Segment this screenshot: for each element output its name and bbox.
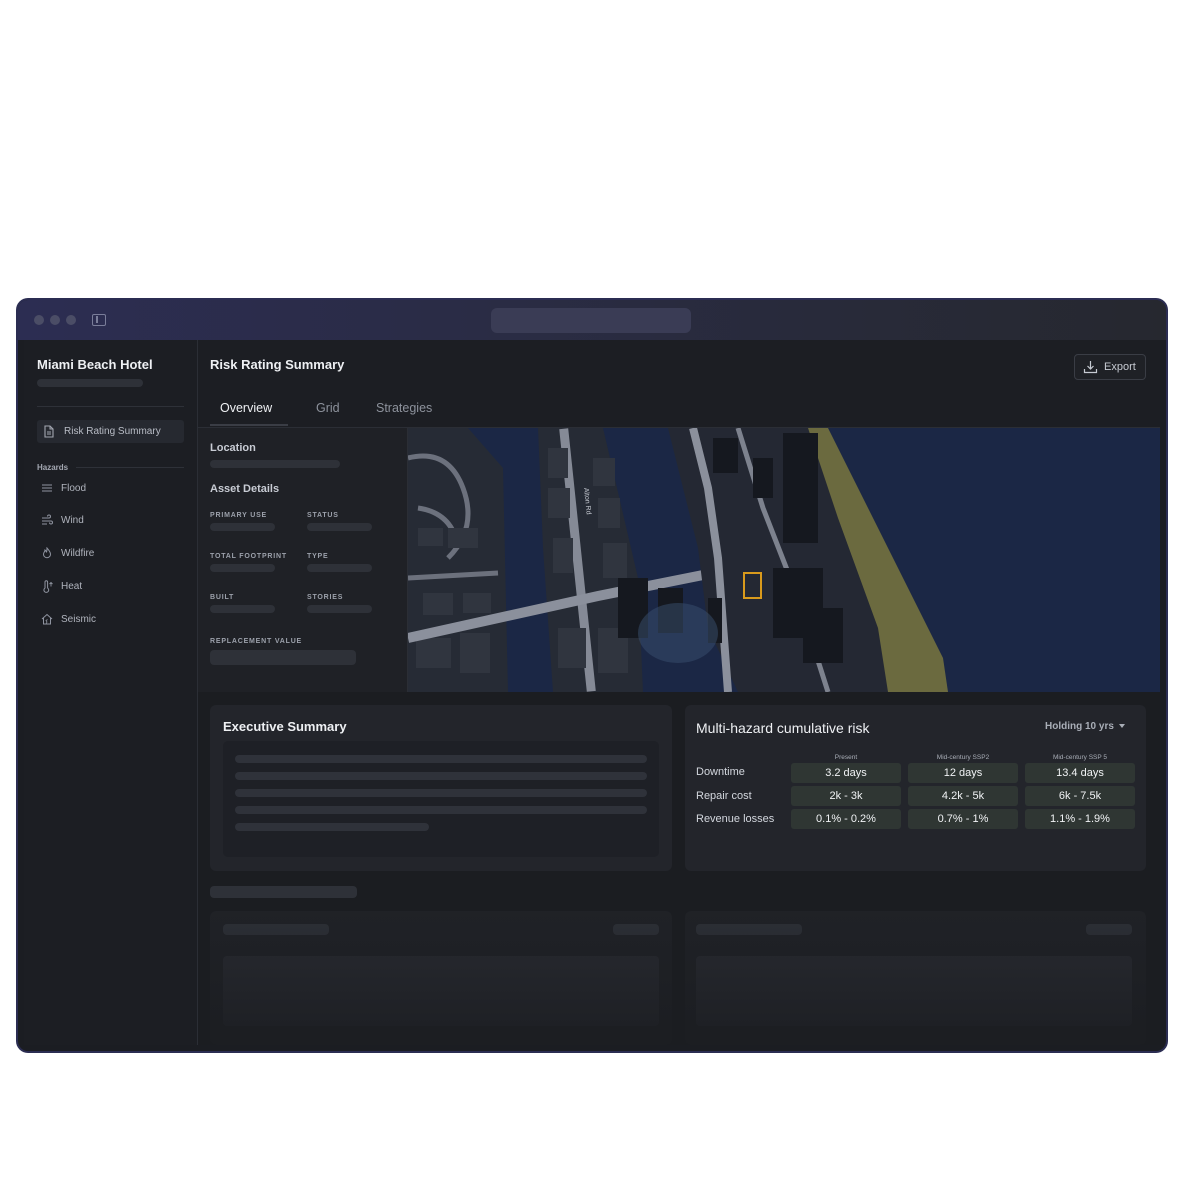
document-icon bbox=[43, 425, 55, 441]
placeholder-card bbox=[685, 911, 1146, 1045]
total-footprint-label: TOTAL FOOTPRINT bbox=[210, 553, 287, 560]
risk-cell: 0.1% - 0.2% bbox=[791, 809, 901, 829]
address-bar[interactable] bbox=[491, 308, 691, 333]
hazards-heading: Hazards bbox=[37, 463, 69, 472]
window-titlebar bbox=[18, 300, 1166, 340]
download-icon bbox=[1083, 360, 1098, 377]
replacement-value-placeholder bbox=[210, 650, 356, 665]
app-window: Miami Beach Hotel Risk Rating Summary Ha… bbox=[18, 300, 1166, 1051]
text-placeholder bbox=[235, 789, 647, 797]
window-maximize-dot[interactable] bbox=[66, 315, 76, 325]
card-action-placeholder bbox=[613, 924, 659, 935]
hazards-divider bbox=[76, 467, 184, 468]
built-label: BUILT bbox=[210, 594, 235, 601]
section-title-placeholder bbox=[210, 886, 357, 898]
active-tab-indicator bbox=[210, 424, 288, 426]
card-body-placeholder bbox=[223, 956, 659, 1026]
stories-label: STORIES bbox=[307, 594, 344, 601]
map-view[interactable]: Alton Rd bbox=[408, 428, 1160, 692]
risk-cell: 6k - 7.5k bbox=[1025, 786, 1135, 806]
text-placeholder bbox=[235, 823, 429, 831]
sidebar-item-label: Heat bbox=[61, 581, 83, 592]
wildfire-icon bbox=[41, 546, 53, 562]
risk-cell: 1.1% - 1.9% bbox=[1025, 809, 1135, 829]
tab-overview[interactable]: Overview bbox=[220, 401, 272, 415]
stories-placeholder bbox=[307, 605, 372, 613]
flood-icon bbox=[41, 482, 53, 497]
page-title: Risk Rating Summary bbox=[210, 357, 345, 372]
holding-period-dropdown[interactable]: Holding 10 yrs bbox=[1045, 721, 1125, 732]
export-button[interactable]: Export bbox=[1074, 354, 1146, 380]
status-placeholder bbox=[307, 523, 372, 531]
column-header: Mid-century SSP 5 bbox=[1052, 754, 1108, 761]
tab-strategies[interactable]: Strategies bbox=[376, 401, 432, 415]
row-label-repair-cost: Repair cost bbox=[696, 790, 752, 802]
column-header: Mid-century SSP2 bbox=[936, 754, 990, 761]
sidebar-item-label: Flood bbox=[61, 483, 87, 494]
location-heading: Location bbox=[210, 442, 256, 454]
main-content: Risk Rating Summary Export Overview Grid… bbox=[198, 340, 1160, 1045]
sidebar-item-risk-rating-summary[interactable]: Risk Rating Summary bbox=[37, 420, 184, 443]
card-title-placeholder bbox=[696, 924, 802, 935]
executive-summary-card: Executive Summary bbox=[210, 705, 672, 871]
heat-icon bbox=[41, 580, 53, 596]
sidebar-item-label: Wind bbox=[61, 515, 84, 526]
sidebar-item-label: Seismic bbox=[61, 614, 97, 625]
lower-section: Executive Summary Multi-hazard cumulativ… bbox=[198, 692, 1160, 1045]
built-placeholder bbox=[210, 605, 275, 613]
replacement-value-label: REPLACEMENT VALUE bbox=[210, 638, 303, 645]
text-placeholder bbox=[235, 806, 647, 814]
risk-card: Multi-hazard cumulative risk Holding 10 … bbox=[685, 705, 1146, 871]
status-label: STATUS bbox=[307, 512, 339, 519]
window-minimize-dot[interactable] bbox=[50, 315, 60, 325]
risk-cell: 0.7% - 1% bbox=[908, 809, 1018, 829]
wind-icon bbox=[41, 514, 53, 529]
row-label-revenue-losses: Revenue losses bbox=[696, 813, 775, 825]
executive-summary-title: Executive Summary bbox=[223, 719, 347, 734]
risk-title: Multi-hazard cumulative risk bbox=[696, 720, 870, 736]
subtitle-placeholder bbox=[37, 379, 143, 387]
column-header: Present bbox=[834, 754, 858, 761]
sidebar-divider bbox=[37, 406, 184, 407]
primary-use-label: PRIMARY USE bbox=[210, 512, 268, 519]
type-label: TYPE bbox=[307, 553, 329, 560]
text-placeholder bbox=[235, 755, 647, 763]
text-placeholder bbox=[235, 772, 647, 780]
sidebar-item-label: Risk Rating Summary bbox=[64, 426, 161, 437]
asset-info-panel: Location Asset Details PRIMARY USE STATU… bbox=[198, 428, 408, 692]
type-placeholder bbox=[307, 564, 372, 572]
risk-cell: 3.2 days bbox=[791, 763, 901, 783]
risk-cell: 4.2k - 5k bbox=[908, 786, 1018, 806]
sidebar: Miami Beach Hotel Risk Rating Summary Ha… bbox=[24, 340, 198, 1045]
location-placeholder bbox=[210, 460, 340, 468]
window-close-dot[interactable] bbox=[34, 315, 44, 325]
app-body: Miami Beach Hotel Risk Rating Summary Ha… bbox=[24, 340, 1160, 1045]
tab-grid[interactable]: Grid bbox=[316, 401, 340, 415]
risk-cell: 12 days bbox=[908, 763, 1018, 783]
sidebar-toggle-icon[interactable] bbox=[92, 314, 106, 326]
card-body-placeholder bbox=[696, 956, 1132, 1026]
seismic-icon bbox=[41, 613, 53, 628]
row-label-downtime: Downtime bbox=[696, 766, 745, 778]
export-label: Export bbox=[1104, 361, 1136, 373]
water-reflection bbox=[638, 603, 718, 663]
placeholder-card bbox=[210, 911, 672, 1045]
total-footprint-placeholder bbox=[210, 564, 275, 572]
chevron-down-icon bbox=[1118, 724, 1125, 729]
holding-label: Holding 10 yrs bbox=[1045, 721, 1114, 732]
risk-cell: 13.4 days bbox=[1025, 763, 1135, 783]
card-title-placeholder bbox=[223, 924, 329, 935]
primary-use-placeholder bbox=[210, 523, 275, 531]
app-title: Miami Beach Hotel bbox=[37, 357, 153, 372]
executive-summary-body bbox=[223, 741, 659, 857]
sidebar-item-label: Wildfire bbox=[61, 548, 95, 559]
risk-cell: 2k - 3k bbox=[791, 786, 901, 806]
asset-details-heading: Asset Details bbox=[210, 483, 280, 495]
map-canvas: Alton Rd bbox=[408, 428, 1160, 692]
card-action-placeholder bbox=[1086, 924, 1132, 935]
